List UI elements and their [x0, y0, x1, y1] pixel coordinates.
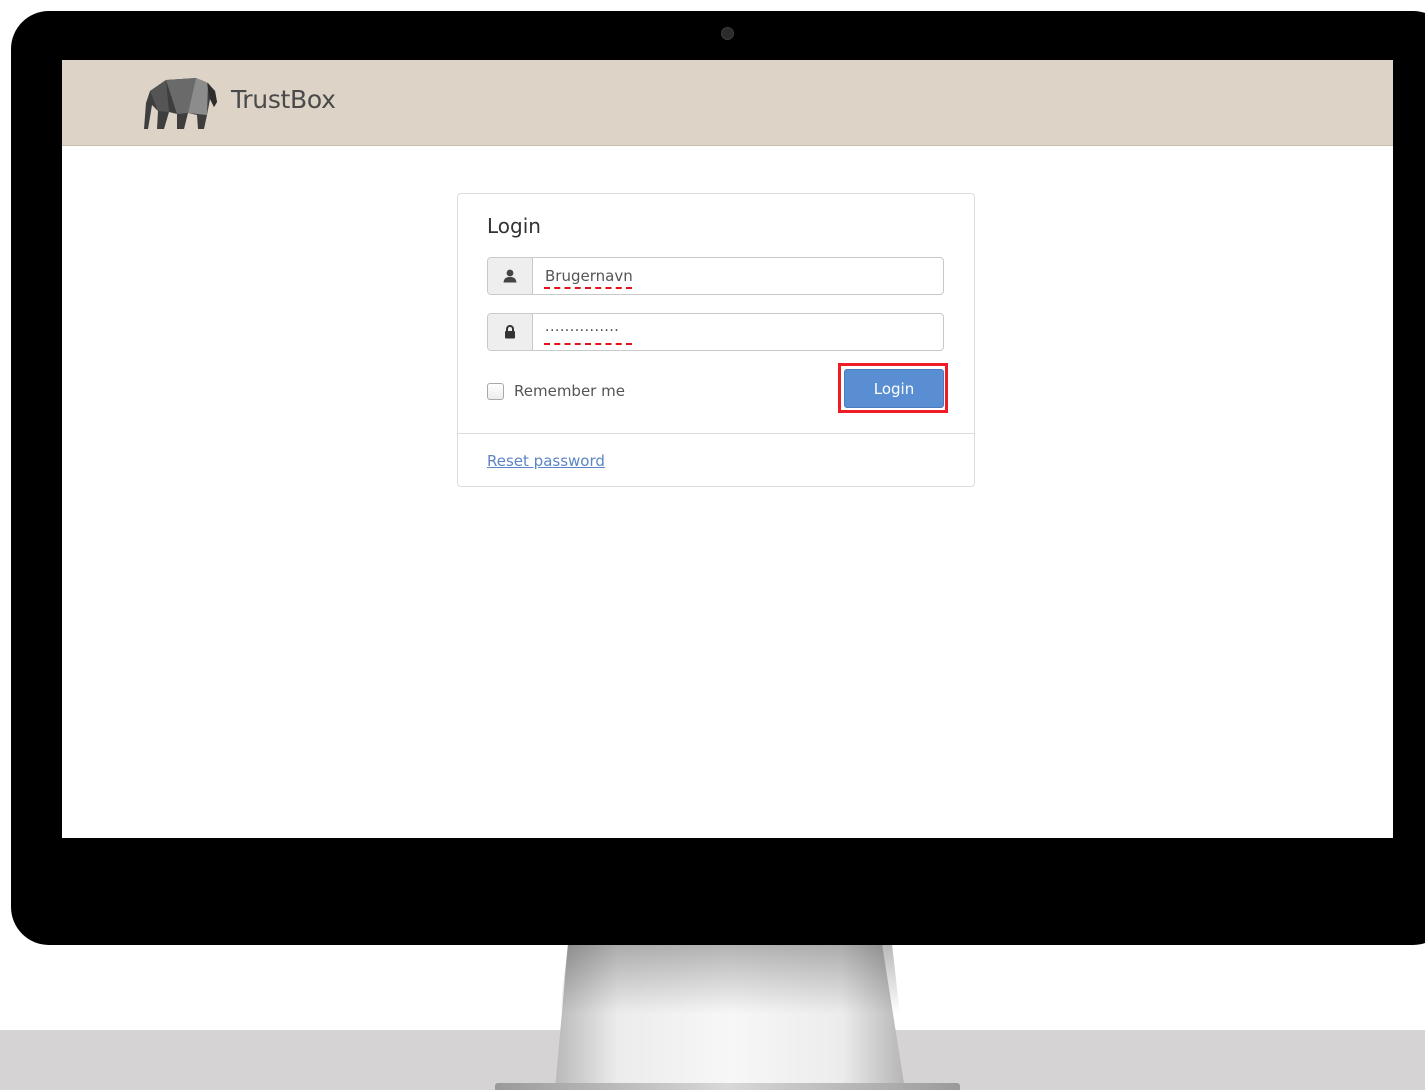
monitor-screen: TrustBox Login Brugernavn ..............…: [62, 60, 1393, 838]
password-input-group[interactable]: ...............: [487, 313, 944, 351]
spellcheck-underline: [544, 287, 632, 289]
monitor-stand-shadow: [560, 944, 900, 1014]
login-panel: Login Brugernavn ............... Remembe…: [457, 193, 975, 487]
username-input-group[interactable]: Brugernavn: [487, 257, 944, 295]
webcam: [721, 27, 734, 40]
password-field[interactable]: ...............: [545, 319, 619, 335]
monitor-stand-base: [495, 1083, 960, 1090]
lock-icon-addon: [488, 314, 533, 350]
remember-me-checkbox[interactable]: [487, 382, 504, 400]
app-header: TrustBox: [62, 60, 1393, 146]
spellcheck-underline: [544, 343, 632, 345]
user-icon: [503, 269, 517, 283]
elephant-logo-icon: [144, 78, 217, 129]
remember-me[interactable]: Remember me: [487, 381, 625, 401]
lock-icon: [505, 325, 515, 339]
remember-me-label: Remember me: [514, 382, 625, 400]
user-icon-addon: [488, 258, 533, 294]
login-button[interactable]: Login: [844, 369, 944, 408]
reset-password-link[interactable]: Reset password: [487, 452, 605, 470]
login-panel-footer: Reset password: [458, 433, 974, 487]
login-title: Login: [487, 214, 541, 238]
brand-name: TrustBox: [231, 85, 336, 114]
username-field[interactable]: Brugernavn: [545, 267, 633, 285]
